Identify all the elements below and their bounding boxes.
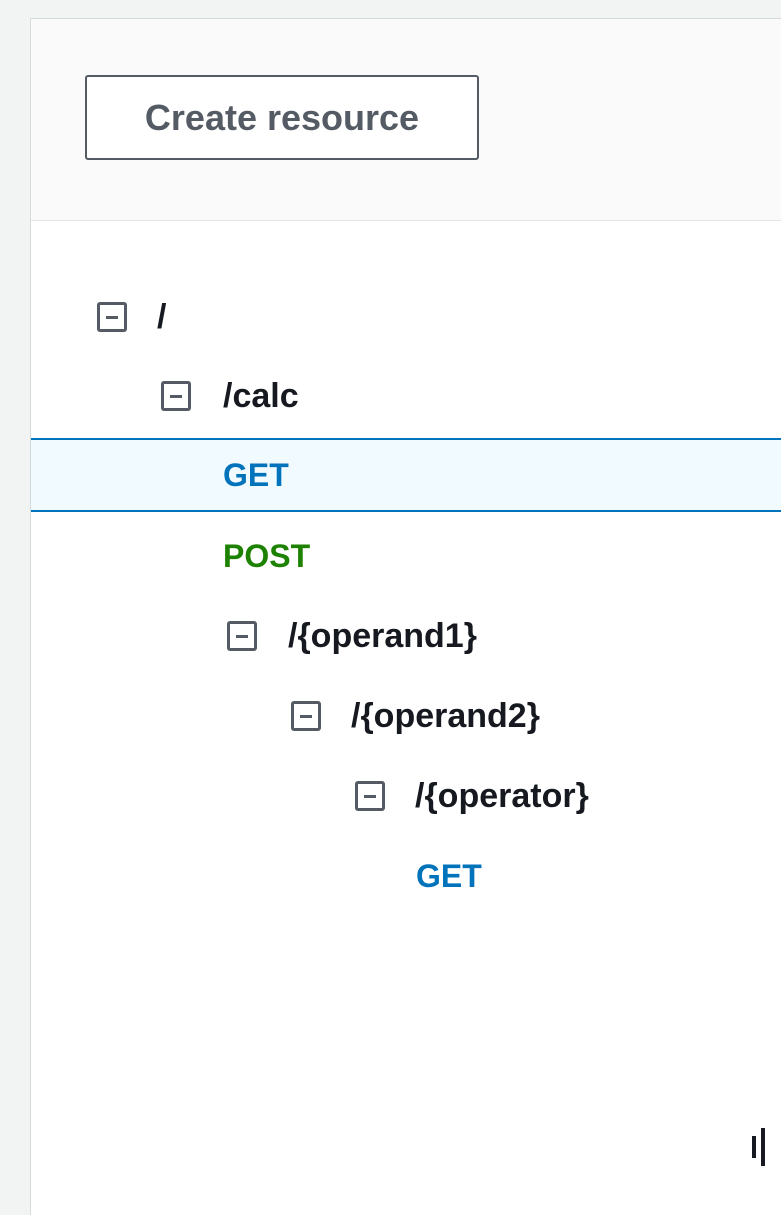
tree-node-calc-label: /calc bbox=[223, 377, 299, 415]
tree-node-calc[interactable]: /calc bbox=[31, 360, 781, 432]
collapse-operator-icon[interactable] bbox=[355, 781, 385, 811]
tree-node-operator-label: /{operator} bbox=[415, 777, 589, 815]
resources-panel: Create resource / /calc GET POST /{opera… bbox=[30, 18, 781, 1215]
tree-method-calc-get-label: GET bbox=[223, 457, 289, 493]
collapse-operand2-icon[interactable] bbox=[291, 701, 321, 731]
tree-method-calc-post-label: POST bbox=[223, 538, 311, 574]
create-resource-button[interactable]: Create resource bbox=[85, 75, 479, 160]
tree-node-operand1-label: /{operand1} bbox=[288, 617, 477, 655]
tree-method-calc-get[interactable]: GET bbox=[31, 438, 781, 512]
tree-node-operand2[interactable]: /{operand2} bbox=[31, 680, 781, 752]
collapse-operand1-icon[interactable] bbox=[227, 621, 257, 651]
resize-handle-icon[interactable] bbox=[752, 1128, 768, 1166]
collapse-root-icon[interactable] bbox=[97, 302, 127, 332]
tree-node-operator[interactable]: /{operator} bbox=[31, 760, 781, 832]
collapse-calc-icon[interactable] bbox=[161, 381, 191, 411]
tree-method-operator-get[interactable]: GET bbox=[31, 840, 781, 912]
tree-method-operator-get-label: GET bbox=[416, 858, 482, 894]
tree-node-root[interactable]: / bbox=[31, 281, 781, 353]
resources-panel-header: Create resource bbox=[31, 19, 781, 221]
tree-method-calc-post[interactable]: POST bbox=[31, 520, 781, 592]
tree-node-operand1[interactable]: /{operand1} bbox=[31, 600, 781, 672]
tree-node-operand2-label: /{operand2} bbox=[351, 697, 540, 735]
tree-node-root-label: / bbox=[157, 298, 167, 336]
